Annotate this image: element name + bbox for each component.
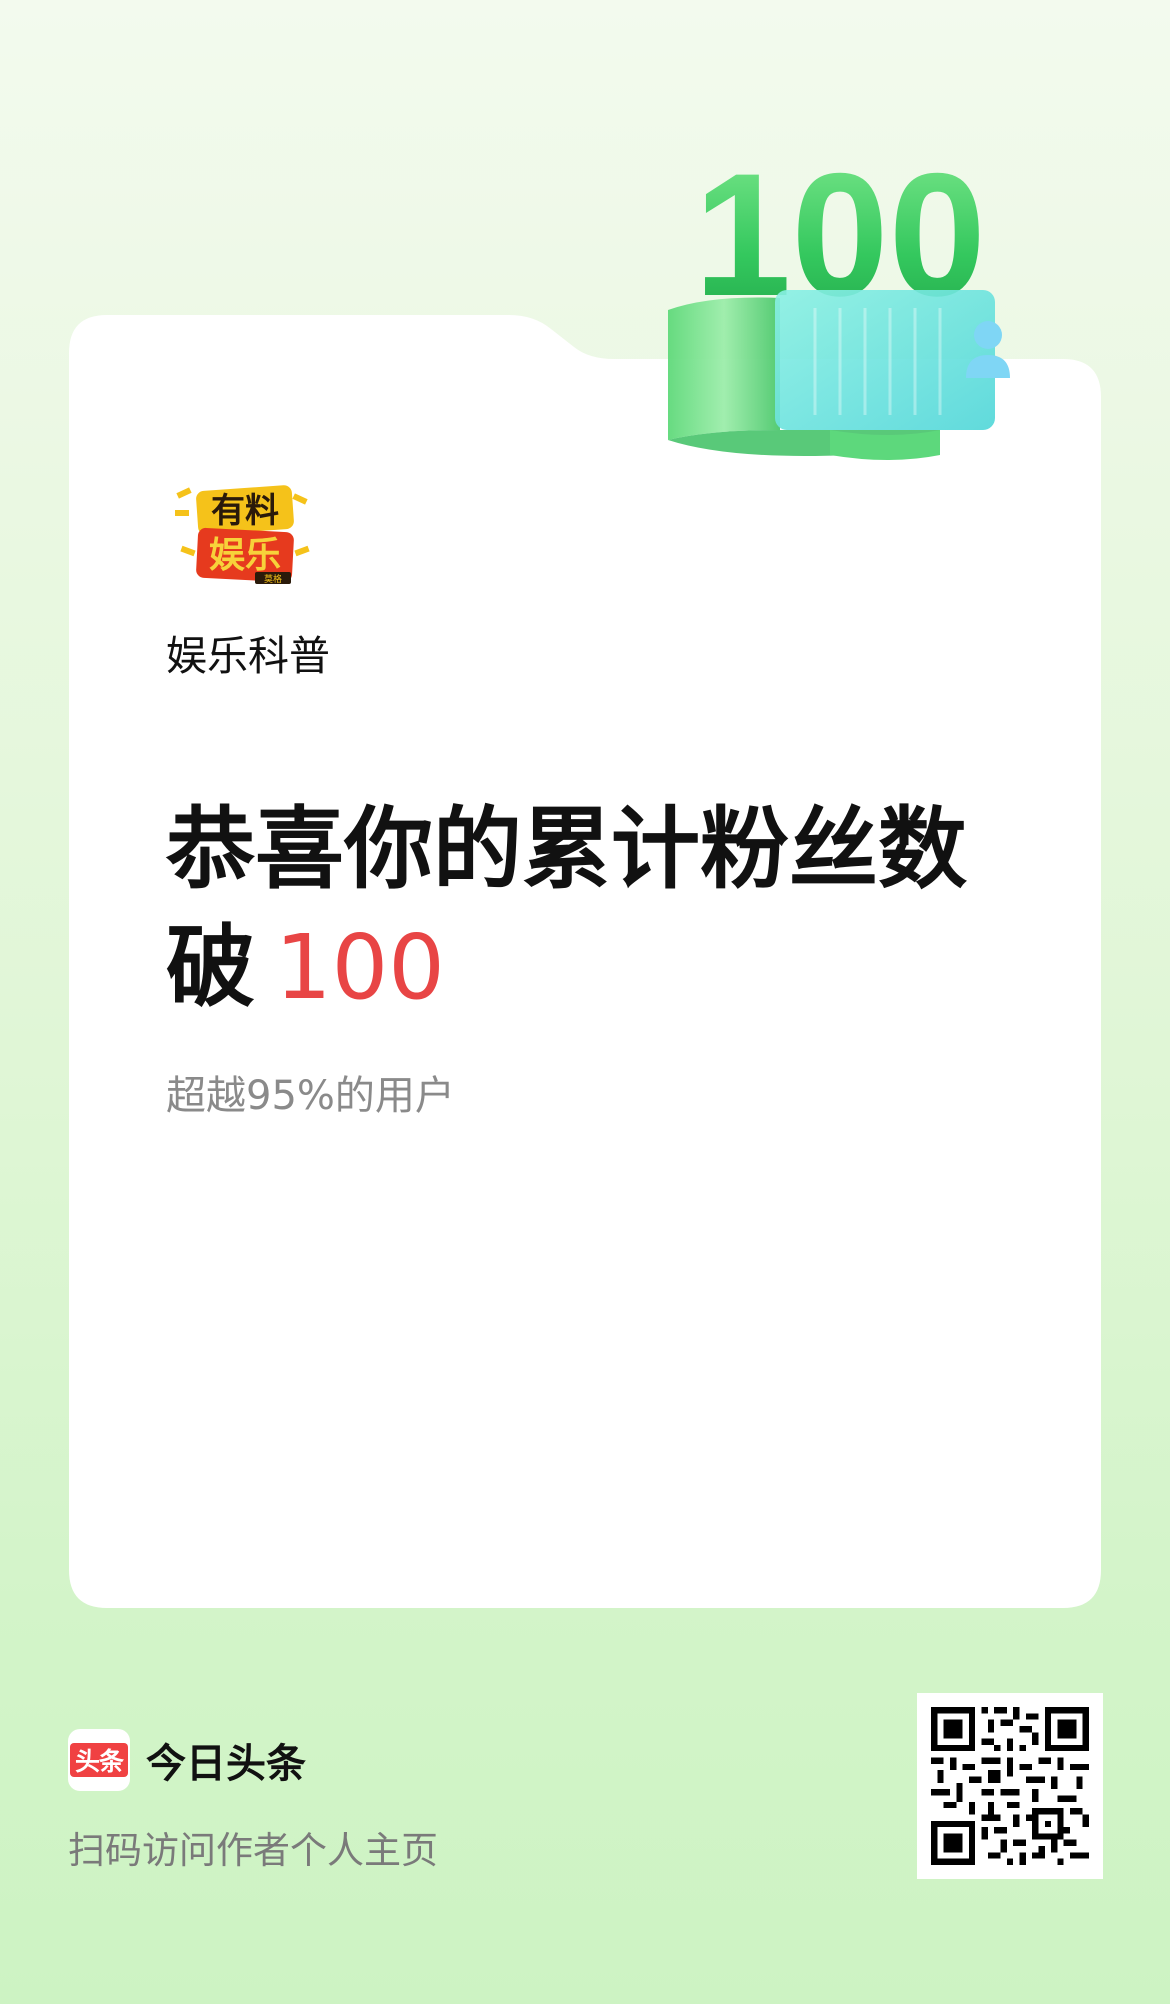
author-name: 娱乐科普: [166, 632, 330, 680]
headline-prefix: 破: [166, 915, 255, 1019]
brand-name: 今日头条: [146, 1741, 306, 1787]
percentile-text: 超越95%的用户: [166, 1073, 455, 1119]
svg-text:有料: 有料: [211, 491, 279, 531]
toutiao-logo-icon: 头条: [68, 1729, 130, 1791]
brand-row: 头条 今日头条: [68, 1728, 306, 1792]
svg-text:莫格: 莫格: [264, 573, 282, 585]
scan-instruction: 扫码访问作者个人主页: [68, 1829, 438, 1872]
headline-line-1: 恭喜你的累计粉丝数: [166, 797, 967, 901]
qr-code-image: [931, 1707, 1089, 1865]
toutiao-logo-text: 头条: [70, 1743, 128, 1777]
qr-code[interactable]: [917, 1693, 1103, 1879]
author-avatar[interactable]: 有料 娱乐 莫格: [175, 478, 315, 588]
svg-text:娱乐: 娱乐: [209, 535, 281, 576]
follower-count: 100: [275, 915, 445, 1019]
milestone-headline: 恭喜你的累计粉丝数 破 100: [166, 790, 967, 1026]
headline-line-2: 破 100: [166, 908, 967, 1026]
milestone-100-badge: 100: [650, 130, 1030, 470]
